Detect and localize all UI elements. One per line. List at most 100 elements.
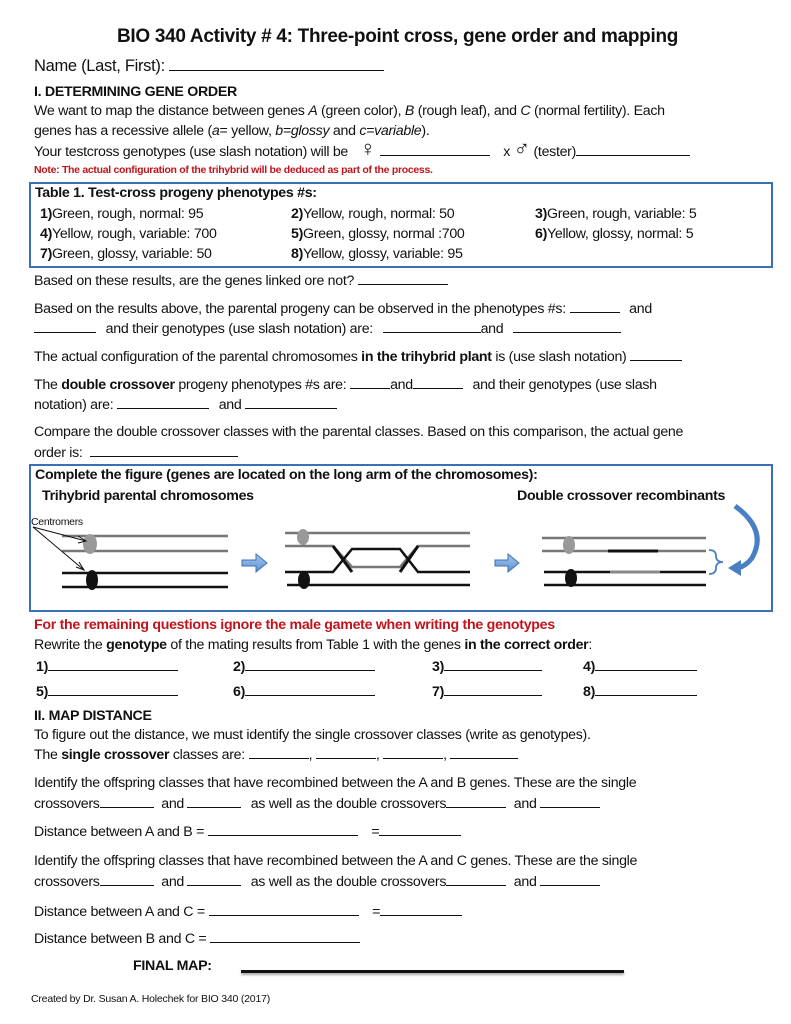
parental-question-line-1: Based on the results above, the parental…: [34, 300, 652, 317]
table-item: 2)Yellow, rough, normal: 50: [291, 206, 455, 222]
answer-blank[interactable]: [539, 873, 600, 886]
ac-question-line-2: crossovers and as well as the double cro…: [34, 873, 600, 890]
answer-blank[interactable]: [412, 376, 463, 389]
answer-blank[interactable]: [446, 795, 507, 808]
black-centromere: [86, 570, 98, 590]
answer-blank[interactable]: [382, 320, 481, 333]
name-label: Name (Last, First):: [34, 57, 165, 75]
genotype-blank[interactable]: [48, 658, 179, 671]
sco-blank[interactable]: [450, 746, 519, 759]
section-2-heading: II. MAP DISTANCE: [34, 708, 152, 724]
name-field: Name (Last, First):: [34, 57, 385, 76]
answer-blank[interactable]: [187, 873, 242, 886]
arrow-right-icon: [241, 552, 268, 574]
gene-c: C: [520, 103, 531, 119]
dco-question-line-1: The double crossover progeny phenotypes …: [34, 376, 657, 393]
question-text: and their genotypes (use slash notation)…: [105, 321, 374, 337]
question-text: The actual configuration of the parental…: [34, 349, 362, 365]
answer-blank[interactable]: [99, 873, 154, 886]
genotype-blank[interactable]: [245, 683, 376, 696]
ab-question-line-1: Identify the offspring classes that have…: [34, 775, 637, 791]
bracket: [708, 549, 724, 575]
table-item: 5)Green, glossy, normal :700: [291, 226, 465, 242]
section-2-intro: To figure out the distance, we must iden…: [34, 727, 591, 743]
footer-credit: Created by Dr. Susan A. Holechek for BIO…: [31, 993, 271, 1005]
answer-blank[interactable]: [569, 300, 620, 313]
answer-blank[interactable]: [539, 795, 600, 808]
question-text: and their genotypes (use slash: [472, 377, 658, 393]
question-text: classes are:: [169, 747, 245, 763]
question-text-bold: in the trihybrid plant: [361, 349, 492, 365]
parental-question-line-2: and their genotypes (use slash notation)…: [34, 320, 622, 337]
table-item: 4)Yellow, rough, variable: 700: [40, 226, 217, 242]
answer-blank[interactable]: [117, 396, 210, 409]
intro-text: We want to map the distance between gene…: [34, 103, 309, 119]
final-map-label: FINAL MAP:: [133, 958, 212, 974]
genotype-blank[interactable]: [48, 683, 179, 696]
answer-blank[interactable]: [357, 272, 448, 285]
distance-calc-blank[interactable]: [210, 930, 361, 943]
genotype-answer: 8): [583, 683, 698, 700]
equals-sign: =: [372, 904, 381, 920]
distance-label: Distance between A and C =: [34, 904, 205, 920]
question-text: Based on these results, are the genes li…: [34, 273, 355, 289]
genotype-answer: 2): [233, 658, 376, 675]
name-blank[interactable]: [169, 58, 385, 71]
answer-blank[interactable]: [446, 873, 507, 886]
distance-calc-blank[interactable]: [208, 903, 359, 916]
instruction-text: of the mating results from Table 1 with …: [166, 637, 465, 653]
and-text: and: [513, 874, 537, 890]
table-item: 1)Green, rough, normal: 95: [40, 206, 204, 222]
sco-blank[interactable]: [248, 746, 309, 759]
answer-blank[interactable]: [34, 320, 96, 333]
question-text-bold: double crossover: [61, 377, 175, 393]
gray-centromere: [83, 534, 97, 554]
distance-result-blank[interactable]: [379, 823, 462, 836]
tester-label: (tester): [533, 144, 577, 160]
table-item: 6)Yellow, glossy, normal: 5: [535, 226, 694, 242]
sco-line: The single crossover classes are: , , ,: [34, 746, 519, 763]
note-text: Note: The actual configuration of the tr…: [34, 164, 433, 176]
table-item: 8)Yellow, glossy, variable: 95: [291, 246, 463, 262]
genotype-blank[interactable]: [595, 658, 698, 671]
answer-blank[interactable]: [99, 795, 154, 808]
tester-genotype-blank[interactable]: [576, 143, 691, 156]
ab-question-line-2: crossovers and as well as the double cro…: [34, 795, 600, 812]
answer-blank[interactable]: [630, 348, 683, 361]
intro-text: and: [329, 123, 360, 139]
question-text: crossovers: [34, 874, 100, 890]
compare-question-line-2: order is:: [34, 444, 239, 461]
question-text: crossovers: [34, 796, 100, 812]
figure-title: Complete the figure (genes are located o…: [35, 467, 538, 483]
allele-b: b=glossy: [275, 123, 330, 139]
distance-calc-blank[interactable]: [207, 823, 358, 836]
intro-text: (normal fertility). Each: [530, 103, 665, 119]
worksheet-page: BIO 340 Activity # 4: Three-point cross,…: [0, 0, 791, 1024]
intro-text: = yellow,: [219, 123, 276, 139]
genotype-blank[interactable]: [444, 658, 543, 671]
final-map-line[interactable]: [241, 970, 624, 973]
genotype-answer: 7): [432, 683, 543, 700]
sco-blank[interactable]: [315, 746, 376, 759]
testcross-label: Your testcross genotypes (use slash nota…: [34, 144, 349, 160]
female-genotype-blank[interactable]: [379, 143, 490, 156]
genotype-blank[interactable]: [595, 683, 698, 696]
sco-blank[interactable]: [383, 746, 444, 759]
question-text-bold: single crossover: [61, 747, 170, 763]
distance-ab: Distance between A and B = =: [34, 823, 462, 840]
genotype-blank[interactable]: [245, 658, 376, 671]
distance-result-blank[interactable]: [380, 903, 463, 916]
answer-blank[interactable]: [513, 320, 622, 333]
genotype-blank[interactable]: [444, 683, 543, 696]
gene-order-blank[interactable]: [90, 444, 239, 457]
ac-question-line-1: Identify the offspring classes that have…: [34, 853, 638, 869]
answer-blank[interactable]: [245, 396, 338, 409]
question-text: is (use slash notation): [491, 349, 627, 365]
answer-blank[interactable]: [350, 376, 391, 389]
parental-chromosomes: [32, 526, 228, 590]
answer-blank[interactable]: [187, 795, 242, 808]
intro-text: (green color),: [317, 103, 405, 119]
cross-x: x: [503, 144, 510, 160]
and-text: and: [161, 796, 185, 812]
intro-line-1: We want to map the distance between gene…: [34, 103, 665, 119]
